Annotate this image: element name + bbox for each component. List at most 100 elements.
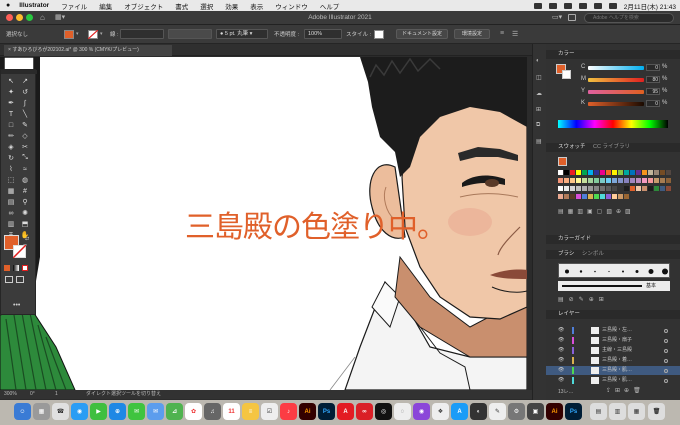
color-swatch[interactable] [660, 186, 666, 192]
color-swatch[interactable] [612, 178, 618, 184]
wifi-icon[interactable] [593, 2, 602, 9]
color-swatch[interactable] [660, 178, 666, 184]
menu-effect[interactable]: 効果 [225, 1, 238, 11]
color-swatch[interactable] [624, 170, 630, 176]
color-swatch[interactable] [612, 194, 618, 200]
color-swatch[interactable] [558, 170, 564, 176]
chrome-icon[interactable]: ◉ [71, 403, 88, 420]
paintbrush-tool-icon[interactable]: ✎ [19, 120, 31, 130]
graph-tool-icon[interactable]: ▥ [5, 219, 17, 229]
libraries-icon[interactable]: ☁ [536, 90, 542, 97]
color-swatch[interactable] [564, 186, 570, 192]
blend-tool-icon[interactable]: ∞ [5, 208, 17, 218]
layer-row[interactable]: 👁 三島殿・着… [546, 356, 680, 365]
cyan-slider[interactable] [588, 66, 644, 70]
reminders-icon[interactable]: ☑ [261, 403, 278, 420]
color-swatch[interactable] [666, 170, 672, 176]
app-icon[interactable]: ◐ [470, 403, 487, 420]
contacts-icon[interactable]: ☎ [52, 403, 69, 420]
zoom-level[interactable]: 300% [4, 390, 17, 399]
color-swatch[interactable] [618, 178, 624, 184]
color-swatch[interactable] [600, 194, 606, 200]
layers-icon[interactable]: ◫ [536, 74, 542, 81]
menu-edit[interactable]: 編集 [99, 1, 112, 11]
color-swatch[interactable] [582, 170, 588, 176]
color-swatch[interactable] [564, 170, 570, 176]
visibility-eye-icon[interactable]: 👁 [558, 336, 564, 345]
color-swatch[interactable] [666, 178, 672, 184]
color-swatch[interactable] [558, 194, 564, 200]
color-swatch[interactable] [618, 186, 624, 192]
help-search-input[interactable] [584, 13, 674, 23]
visibility-eye-icon[interactable]: 👁 [558, 356, 564, 365]
illustrator-icon[interactable]: Ai [546, 403, 563, 420]
document-setup-button[interactable]: ドキュメント設定 [396, 29, 448, 39]
pencil-tool-icon[interactable]: ✏ [5, 131, 17, 141]
finder-icon[interactable]: ☺ [14, 403, 31, 420]
folder-icon[interactable]: ▦ [628, 403, 645, 420]
color-swatch[interactable] [576, 178, 582, 184]
photos-icon[interactable]: ✿ [185, 403, 202, 420]
target-icon[interactable] [664, 338, 668, 343]
color-swatch[interactable] [570, 194, 576, 200]
color-swatch[interactable] [594, 178, 600, 184]
layer-row[interactable]: 👁 三島殿・左… [546, 326, 680, 335]
color-panel-header[interactable]: カラー [546, 50, 680, 59]
shape-builder-tool-icon[interactable]: ◍ [19, 175, 31, 185]
draw-mode-icon[interactable] [5, 276, 13, 283]
visibility-eye-icon[interactable]: 👁 [558, 366, 564, 375]
menu-view[interactable]: 表示 [250, 1, 263, 11]
direct-selection-tool-icon[interactable]: ↗ [19, 76, 31, 86]
color-swatch[interactable] [570, 178, 576, 184]
layer-row-selected[interactable]: 👁 三島殿・肌… [546, 366, 680, 375]
color-swatch[interactable] [600, 186, 606, 192]
color-swatch[interactable] [564, 194, 570, 200]
layers-panel-header[interactable]: レイヤー [546, 310, 680, 319]
document-tab[interactable]: × すあひろびろが202102.ai* @ 300 % (CMYK/プレビュー) [4, 45, 172, 56]
stroke-color-box[interactable] [13, 245, 26, 258]
target-icon[interactable] [664, 378, 668, 383]
stroke-weight-field[interactable] [120, 29, 164, 39]
safari-icon[interactable]: ⊕ [109, 403, 126, 420]
opacity-field[interactable]: 100% [304, 29, 342, 39]
magenta-value[interactable]: 80 [646, 76, 660, 83]
color-swatch[interactable] [636, 170, 642, 176]
clock[interactable]: 2月11日(木) 21:43 [624, 1, 676, 11]
messages-icon[interactable]: ✉ [128, 403, 145, 420]
rotation-angle[interactable]: 0° [30, 390, 35, 399]
brush-presets[interactable] [558, 263, 670, 278]
share-icon[interactable] [568, 14, 576, 21]
target-icon[interactable] [664, 358, 668, 363]
cyan-value[interactable]: 0 [646, 64, 660, 71]
black-slider[interactable] [588, 102, 644, 106]
artboard-canvas[interactable]: 三島殿の色塗り中。 [0, 57, 527, 390]
pen-tool-icon[interactable]: ✒ [5, 98, 17, 108]
arrange-icon[interactable]: ▭▾ [552, 13, 562, 21]
type-tool-icon[interactable]: T [5, 109, 17, 119]
target-icon[interactable] [664, 328, 668, 333]
color-swatch[interactable] [582, 186, 588, 192]
calendar-icon[interactable]: 11 [223, 403, 240, 420]
podcasts-icon[interactable]: ◉ [413, 403, 430, 420]
chevron-down-icon[interactable]: ▾ [76, 31, 79, 37]
color-swatch[interactable] [624, 194, 630, 200]
color-swatch[interactable] [660, 170, 666, 176]
brush-footer-icons[interactable]: ▤⊘✎⊕⊞ [558, 296, 609, 303]
color-stroke-swatch[interactable] [562, 70, 571, 79]
swatch-grid[interactable] [558, 170, 673, 204]
pathfinder-icon[interactable]: ⧉ [536, 122, 540, 129]
color-swatch[interactable] [576, 194, 582, 200]
scale-tool-icon[interactable]: ⤡ [19, 153, 31, 163]
align-panel-icon[interactable]: ▤ [536, 138, 542, 145]
color-swatch[interactable] [642, 178, 648, 184]
basic-brush-row[interactable]: 基本 [558, 281, 670, 291]
chevron-down-icon[interactable]: ▾ [100, 31, 103, 37]
color-swatch[interactable] [594, 170, 600, 176]
color-swatch[interactable] [606, 194, 612, 200]
perspective-grid-tool-icon[interactable]: ▦ [5, 186, 17, 196]
facetime-icon[interactable]: ▶ [90, 403, 107, 420]
magic-wand-tool-icon[interactable]: ✦ [5, 87, 17, 97]
app-icon[interactable]: ✎ [489, 403, 506, 420]
color-swatch[interactable] [558, 178, 564, 184]
target-icon[interactable] [664, 368, 668, 373]
